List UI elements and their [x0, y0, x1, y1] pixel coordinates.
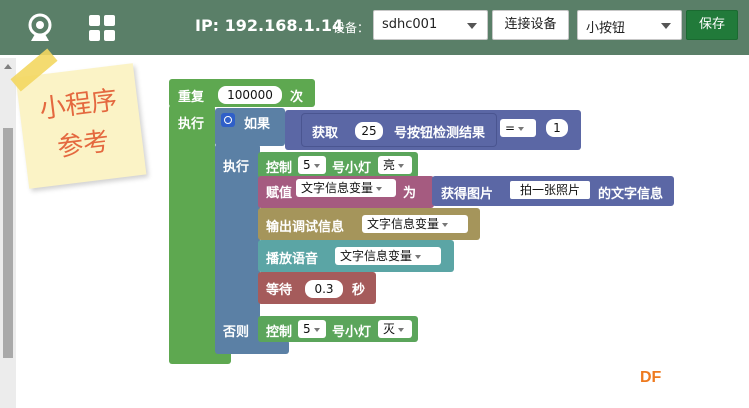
else-label: 否则	[223, 325, 250, 340]
camera-icon[interactable]	[24, 12, 56, 44]
df-watermark: DF	[640, 369, 662, 386]
chevron-down-icon	[313, 327, 320, 332]
device-label: 设备：	[333, 21, 370, 35]
if-label: 如果	[244, 117, 271, 132]
light-off-number: 5	[303, 322, 311, 336]
device-select-value: sdhc001	[382, 17, 438, 32]
repeat-count-input[interactable]: 100000	[218, 86, 282, 104]
chevron-down-icon	[313, 163, 320, 168]
light-off-state-select[interactable]: 灭	[378, 320, 412, 338]
vertical-scrollbar[interactable]	[0, 58, 16, 408]
assign-var-select[interactable]: 文字信息变量	[296, 179, 396, 197]
save-button[interactable]: 保存	[686, 10, 738, 40]
mode-select-value: 小按钮	[586, 21, 626, 36]
light-off-suffix: 号小灯	[332, 325, 372, 340]
chevron-down-icon	[415, 254, 422, 259]
repeat-times-label: 次	[290, 90, 304, 105]
debug-var: 文字信息变量	[367, 217, 440, 231]
top-toolbar: IP: 192.168.1.14 设备： sdhc001 连接设备 小按钮 保存	[0, 0, 749, 55]
light-on-label: 控制	[266, 161, 293, 176]
assign-as-label: 为	[403, 186, 417, 201]
light-on-state: 亮	[383, 158, 396, 172]
debug-output-label: 输出调试信息	[266, 220, 345, 235]
repeat-label: 重复	[178, 90, 205, 105]
get-image-label: 获得图片	[441, 187, 494, 202]
get-button-label: 获取	[312, 126, 339, 141]
button-result-label: 号按钮检测结果	[394, 126, 486, 141]
repeat-do-label: 执行	[178, 117, 205, 132]
device-select[interactable]: sdhc001	[373, 10, 488, 40]
light-on-state-select[interactable]: 亮	[378, 156, 412, 174]
light-on-number-select[interactable]: 5	[298, 156, 326, 174]
assign-label: 赋值	[266, 186, 293, 201]
compare-value-input[interactable]: 1	[546, 119, 568, 137]
if-do-label: 执行	[223, 160, 250, 175]
light-off-number-select[interactable]: 5	[298, 320, 326, 338]
chevron-down-icon	[518, 126, 525, 131]
chevron-down-icon	[661, 23, 671, 29]
light-on-number: 5	[303, 158, 311, 172]
sticky-note: 小程序 参考	[15, 63, 147, 189]
wait-label: 等待	[266, 283, 293, 298]
page: IP: 192.168.1.14 设备： sdhc001 连接设备 小按钮 保存…	[0, 0, 749, 408]
wait-unit-label: 秒	[352, 283, 366, 298]
chevron-down-icon	[376, 186, 383, 191]
chevron-down-icon	[467, 23, 477, 29]
chevron-down-icon	[398, 163, 405, 168]
scrollbar-thumb[interactable]	[3, 128, 13, 358]
compare-operator-select[interactable]: =	[500, 119, 536, 137]
light-on-suffix: 号小灯	[332, 161, 372, 176]
if-block-foot	[215, 340, 289, 354]
repeat-block-body	[169, 105, 215, 359]
image-source-field[interactable]: 拍一张照片	[510, 181, 590, 199]
debug-var-select[interactable]: 文字信息变量	[362, 215, 468, 233]
get-image-suffix: 的文字信息	[598, 187, 664, 202]
light-off-state: 灭	[383, 322, 396, 336]
chevron-down-icon	[398, 327, 405, 332]
play-speech-label: 播放语音	[266, 252, 319, 267]
light-off-label: 控制	[266, 325, 293, 340]
scroll-up-icon[interactable]	[4, 64, 12, 69]
gear-icon[interactable]	[221, 113, 235, 127]
assign-var: 文字信息变量	[301, 181, 374, 195]
compare-operator: =	[505, 121, 516, 135]
grid-icon[interactable]	[86, 12, 118, 44]
mode-select[interactable]: 小按钮	[577, 10, 682, 40]
button-number-input[interactable]: 25	[355, 122, 383, 140]
speech-var-select[interactable]: 文字信息变量	[335, 247, 441, 265]
wait-time-input[interactable]: 0.3	[305, 280, 343, 298]
ip-address: IP: 192.168.1.14	[195, 16, 344, 35]
chevron-down-icon	[442, 222, 449, 227]
connect-device-button[interactable]: 连接设备	[492, 10, 569, 40]
speech-var: 文字信息变量	[340, 249, 413, 263]
